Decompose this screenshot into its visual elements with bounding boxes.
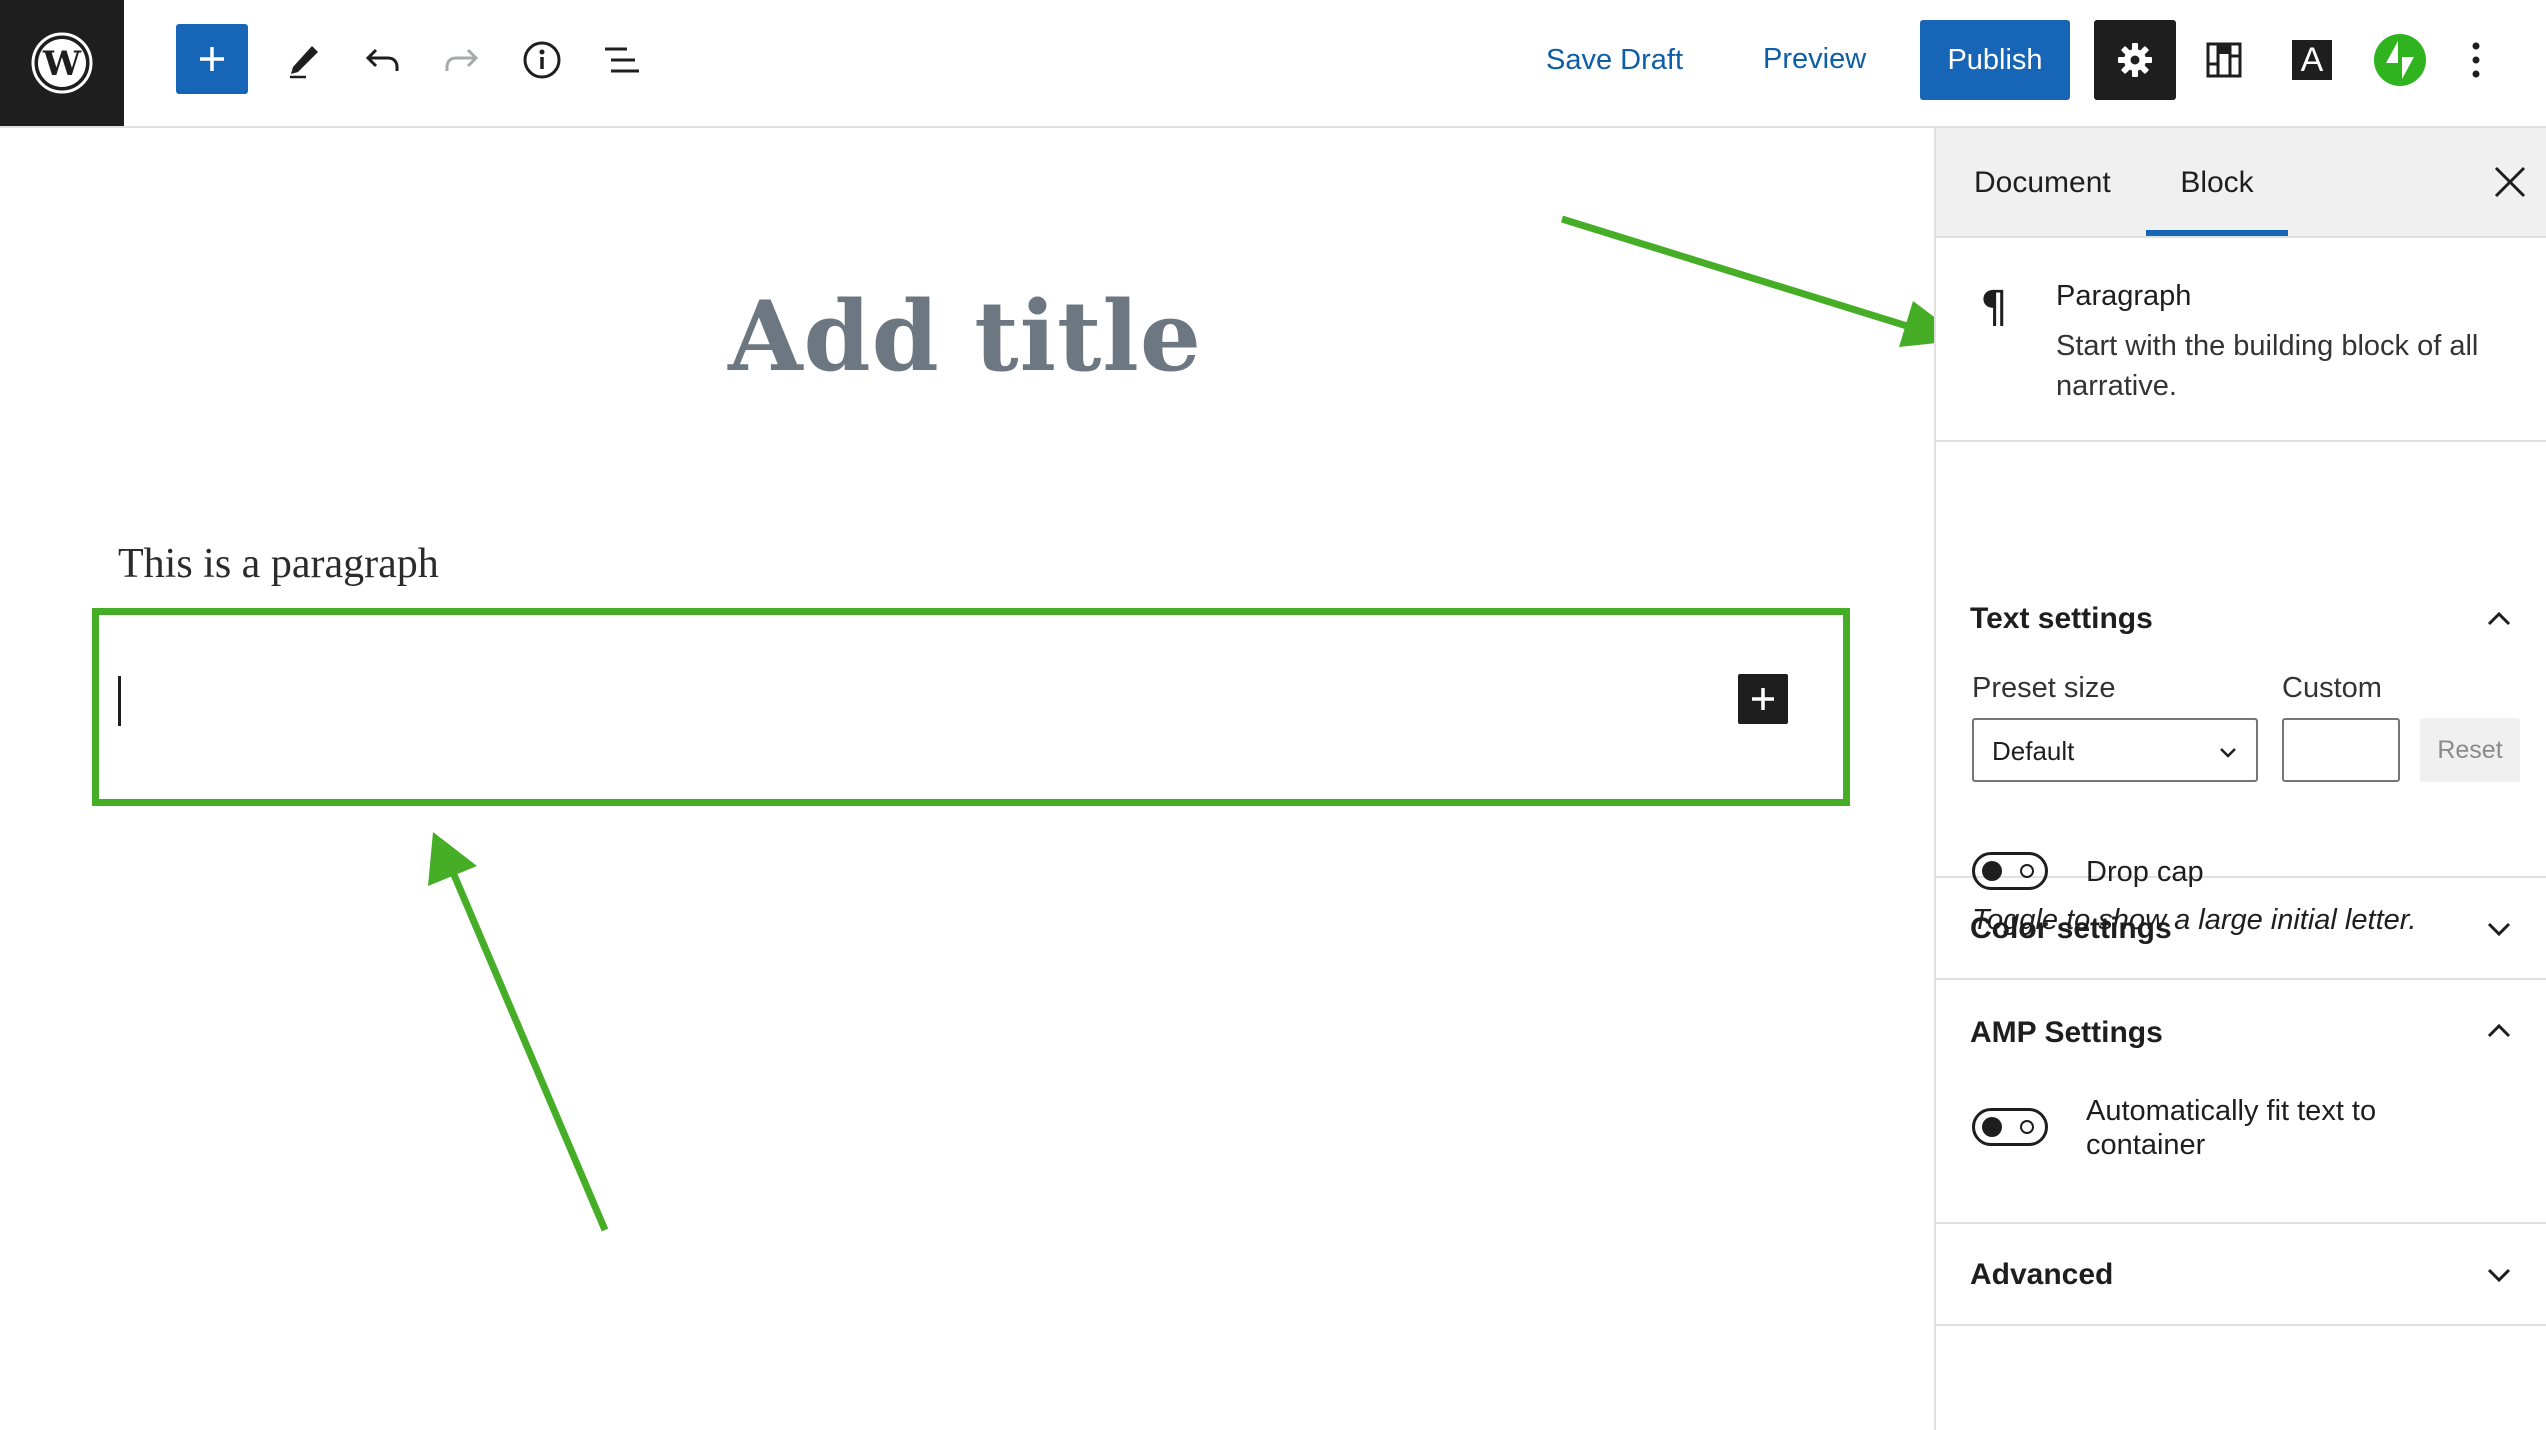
advanced-panel[interactable]: Advanced (1936, 1224, 2546, 1326)
arrow-to-empty-block (428, 832, 609, 1232)
undo-icon (365, 48, 399, 71)
pencil-icon (290, 46, 318, 79)
typography-plugin-button[interactable]: A (2274, 20, 2350, 100)
settings-button[interactable] (2094, 20, 2176, 100)
chevron-down-icon (2220, 748, 2236, 758)
active-tab-indicator (2146, 230, 2288, 236)
post-title-input[interactable]: Add title (0, 280, 1930, 393)
jetpack-button[interactable] (2362, 20, 2438, 100)
wordpress-icon: W (31, 32, 93, 94)
gear-icon (2118, 43, 2152, 77)
paragraph-block[interactable]: This is a paragraph (118, 540, 439, 588)
custom-size-label: Custom (2282, 672, 2382, 704)
toggle-off-indicator (2020, 864, 2034, 878)
redo-icon (445, 48, 479, 71)
preset-size-select[interactable]: Default (1972, 718, 2258, 782)
preset-size-value: Default (1992, 736, 2075, 766)
preset-size-label: Preset size (1972, 672, 2116, 704)
custom-size-input[interactable] (2282, 718, 2400, 782)
text-settings-panel: Text settings Preset size Custom Default… (1936, 442, 2546, 936)
tab-block-label: Block (2180, 166, 2254, 199)
redo-button[interactable] (426, 22, 498, 98)
sidebar-header: Document Block (1936, 128, 2546, 238)
empty-paragraph-block[interactable] (92, 608, 1850, 806)
edit-tools-button[interactable] (268, 22, 340, 98)
vertical-ellipsis-icon (2472, 42, 2480, 78)
preview-button[interactable]: Preview (1763, 45, 1866, 74)
pilcrow-icon: ¶ (1980, 282, 2008, 333)
tab-document[interactable]: Document (1974, 166, 2111, 200)
color-settings-panel[interactable]: Color settings (1936, 878, 2546, 980)
block-card: ¶ Paragraph Start with the building bloc… (1936, 238, 2546, 442)
amp-settings-panel: AMP Settings Automatically fit text to c… (1936, 980, 2546, 1224)
publish-button[interactable]: Publish (1920, 20, 2070, 100)
chevron-down-icon (2487, 1268, 2511, 1283)
block-description: Start with the building block of all nar… (2056, 330, 2479, 402)
toggle-off-indicator (2020, 1120, 2034, 1134)
block-name: Paragraph (2056, 280, 2192, 312)
auto-fit-label: Automatically fit text to container (2086, 1095, 2377, 1161)
tab-block[interactable]: Block (2146, 128, 2288, 236)
block-appender-button[interactable] (1738, 674, 1788, 724)
save-draft-button[interactable]: Save Draft (1546, 46, 1683, 75)
letter-a-icon: A (2292, 40, 2332, 80)
chevron-up-icon[interactable] (2484, 604, 2514, 634)
svg-text:W: W (42, 44, 82, 84)
layout-plugin-button[interactable] (2186, 20, 2262, 100)
toggle-knob (1982, 1117, 2002, 1137)
wordpress-logo-button[interactable]: W (0, 0, 124, 126)
chevron-down-icon (2487, 922, 2511, 937)
more-options-button[interactable] (2440, 20, 2512, 100)
undo-button[interactable] (346, 22, 418, 98)
plus-icon (200, 47, 224, 71)
color-settings-title: Color settings (1970, 912, 2172, 945)
chevron-up-icon[interactable] (2484, 1016, 2514, 1046)
layout-grid-icon (2206, 42, 2242, 78)
editor-toolbar: W Save Draft Preview Publish A (0, 0, 2546, 128)
info-icon (523, 41, 561, 79)
close-sidebar-button[interactable] (2484, 156, 2536, 208)
text-settings-toggle[interactable]: Text settings (1970, 602, 2153, 636)
plus-icon (1752, 688, 1774, 710)
auto-fit-toggle[interactable] (1972, 1108, 2048, 1146)
reset-button[interactable]: Reset (2420, 718, 2520, 782)
add-block-button[interactable] (176, 24, 248, 94)
close-icon (2494, 166, 2526, 198)
list-view-icon (605, 47, 639, 73)
amp-settings-toggle[interactable]: AMP Settings (1970, 1016, 2163, 1050)
block-navigation-button[interactable] (586, 22, 658, 98)
advanced-title: Advanced (1970, 1258, 2114, 1291)
text-cursor (118, 676, 121, 726)
jetpack-icon (2374, 34, 2426, 86)
details-button[interactable] (506, 22, 578, 98)
settings-sidebar: Document Block ¶ Paragraph Start with th… (1934, 128, 2546, 1430)
